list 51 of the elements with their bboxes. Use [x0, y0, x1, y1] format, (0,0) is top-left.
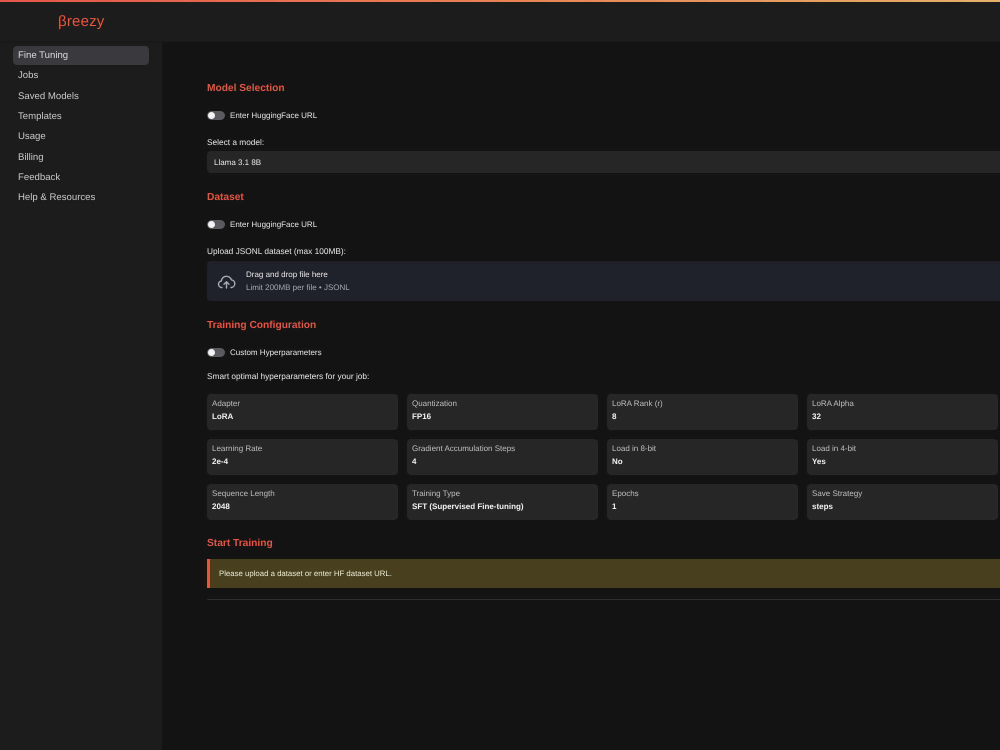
param-label: LoRA Alpha — [812, 399, 855, 409]
file-dropzone[interactable]: Drag and drop file here Limit 200MB per file • JSONL — [207, 261, 1000, 301]
caption-text: Smart optimal hyperparameters for your job: — [207, 371, 370, 381]
sidebar-item[interactable]: Billing — [13, 147, 149, 167]
section-title: Dataset — [207, 192, 244, 203]
toggle-switch[interactable] — [207, 220, 225, 228]
param-label: Load in 4-bit — [812, 444, 858, 454]
toggle-label: Enter HuggingFace URL — [230, 220, 318, 228]
sidebar-item[interactable]: Jobs — [13, 66, 149, 86]
field-label: Select a model: — [207, 137, 264, 147]
param-value: steps — [812, 501, 834, 512]
toggle-switch[interactable] — [207, 110, 225, 120]
app-logo[interactable]: βreezy — [58, 12, 105, 30]
dropzone-title: Drag and drop file here — [246, 270, 329, 280]
param-value: SFT (Supervised Fine-tuning) — [412, 501, 525, 512]
param-value: 1 — [612, 501, 618, 512]
param-label: Learning Rate — [212, 444, 264, 454]
sidebar-item[interactable]: Feedback — [13, 168, 149, 188]
param-label: Gradient Accumulation Steps — [412, 444, 516, 454]
model-select[interactable]: Llama 3.1 8B — [207, 151, 1000, 173]
param-value: 8 — [612, 411, 618, 422]
param-label: Training Type — [412, 489, 462, 499]
section-title: Training Configuration — [207, 320, 316, 331]
section-title: Start Training — [207, 538, 273, 549]
sidebar-item[interactable]: Help & Resources — [13, 188, 149, 208]
toggle-label: Enter HuggingFace URL — [230, 110, 318, 120]
param-label: Load in 8-bit — [612, 444, 658, 454]
toggle-label: Custom Hyperparameters — [230, 348, 322, 356]
toggle-switch[interactable] — [207, 348, 225, 356]
param-value: 2048 — [212, 501, 231, 512]
param-value: LoRA — [212, 411, 234, 422]
param-value: FP16 — [412, 411, 432, 422]
param-value: Yes — [812, 456, 827, 467]
param-label: Epochs — [612, 489, 640, 499]
param-value: 4 — [412, 456, 418, 467]
param-label: Save Strategy — [812, 489, 864, 499]
cloud-upload-icon — [217, 273, 236, 289]
param-label: Quantization — [412, 399, 458, 409]
param-label: Adapter — [212, 399, 242, 409]
param-value: 32 — [812, 411, 822, 422]
sidebar-item[interactable]: Usage — [13, 127, 149, 146]
sidebar-item[interactable]: Fine Tuning — [13, 46, 149, 66]
sidebar-item[interactable]: Saved Models — [13, 86, 149, 106]
field-label: Upload JSONL dataset (max 100MB): — [207, 246, 346, 256]
param-value: No — [612, 456, 624, 467]
section-title: Model Selection — [207, 83, 285, 94]
dropzone-hint: Limit 200MB per file • JSONL — [246, 282, 350, 292]
param-value: 2e-4 — [212, 456, 230, 467]
param-label: LoRA Rank (r) — [612, 399, 664, 409]
param-label: Sequence Length — [212, 489, 276, 499]
sidebar-item[interactable]: Templates — [13, 106, 149, 126]
